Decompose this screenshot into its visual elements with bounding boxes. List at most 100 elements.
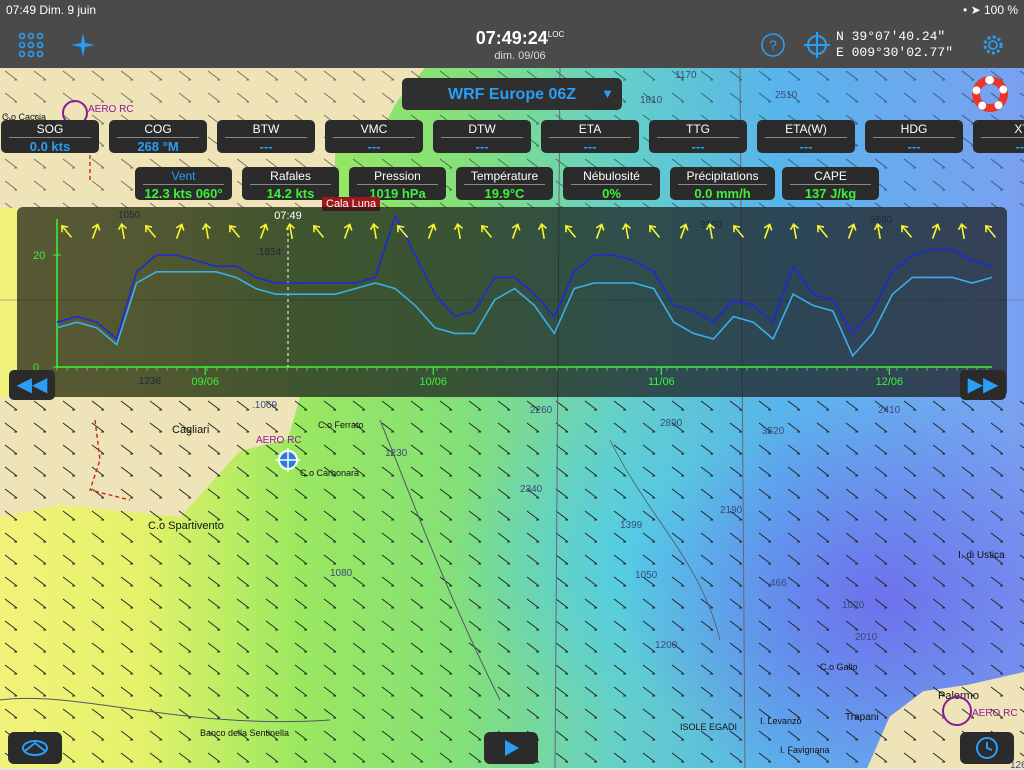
instrument-name: TTG	[686, 122, 710, 136]
wind-direction-icon	[901, 224, 913, 238]
wind-direction-icon	[511, 223, 521, 239]
wind-direction-icon	[679, 223, 689, 239]
time-settings-button[interactable]	[960, 732, 1014, 764]
coordinate-north: N 39°07'40.24"	[836, 29, 946, 44]
wind-direction-icon	[565, 224, 577, 238]
dropdown-triangle-icon: ▼	[601, 86, 614, 101]
status-bar-left: 07:49 Dim. 9 juin	[6, 3, 97, 17]
instrument-tile[interactable]: XT ---	[973, 120, 1024, 154]
wind-direction-icon	[595, 223, 605, 239]
x-tick-label: 11/06	[648, 376, 675, 388]
depth-label: 1399	[620, 520, 643, 531]
instrument-divider	[657, 137, 739, 138]
fast-forward-button[interactable]: ▶▶	[960, 370, 1006, 400]
instrument-name: VMC	[360, 122, 388, 136]
play-animation-button[interactable]	[484, 732, 538, 764]
instrument-name: DTW	[468, 122, 496, 136]
rewind-button[interactable]: ◀◀	[9, 370, 55, 400]
instrument-tile[interactable]: Température 19.9°C	[456, 167, 553, 201]
depth-label: 2260	[530, 405, 553, 416]
lifebuoy-icon[interactable]	[972, 76, 1008, 112]
instrument-value: ---	[475, 139, 489, 154]
instrument-value: 12.3 kts 060°	[144, 186, 223, 201]
gear-icon[interactable]	[980, 32, 1006, 62]
route-tools-button[interactable]	[8, 732, 62, 764]
wind-arrow-shape	[957, 222, 967, 240]
instrument-tile[interactable]: Vent 12.3 kts 060°	[135, 167, 232, 201]
wind-direction-icon	[817, 224, 829, 238]
depth-label: 3520	[762, 426, 785, 437]
instrument-tile[interactable]: VMC ---	[325, 120, 423, 154]
place-cagliari: Cagliari	[172, 424, 210, 436]
instrument-tile[interactable]: COG 268 °M	[109, 120, 207, 154]
weather-model-selector[interactable]: WRF Europe 06Z ▼	[402, 78, 622, 110]
svg-text:?: ?	[769, 37, 777, 53]
instrument-tile[interactable]: Précipitations 0.0 mm/h	[670, 167, 775, 201]
wind-arrow-shape	[985, 224, 997, 238]
instrument-tile[interactable]: DTW ---	[433, 120, 531, 154]
crosshair-icon[interactable]	[804, 32, 830, 62]
instrument-name: XT	[1014, 122, 1024, 136]
instrument-name: ETA(W)	[785, 122, 827, 136]
instrument-tile[interactable]: ETA ---	[541, 120, 639, 154]
instrument-name: Nébulosité	[583, 169, 640, 183]
wind-arrow-shape	[61, 224, 73, 238]
instrument-tile[interactable]: TTG ---	[649, 120, 747, 154]
wind-direction-icon	[91, 223, 101, 239]
instrument-name: HDG	[900, 122, 928, 136]
instrument-tile[interactable]: ETA(W) ---	[757, 120, 855, 154]
aero-label: AERO RC	[88, 104, 134, 115]
status-bar: 07:49 Dim. 9 juin • ➤ 100 %	[0, 0, 1024, 20]
instrument-value: ---	[1015, 139, 1024, 154]
depth-label: 1810	[640, 95, 663, 106]
wind-arrow-shape	[511, 223, 521, 239]
grid-menu-icon[interactable]	[18, 32, 44, 62]
wind-arrow-shape	[931, 223, 941, 239]
place-ferrato: C.o Ferrato	[318, 420, 364, 430]
wind-arrow-shape	[565, 224, 577, 238]
instrument-divider	[571, 184, 652, 185]
instrument-divider	[981, 137, 1024, 138]
depth-label: 2410	[878, 405, 901, 416]
depth-label: 2510	[775, 90, 798, 101]
instrument-name: Précipitations	[686, 169, 759, 183]
wind-arrow-shape	[285, 222, 295, 240]
help-icon[interactable]: ?	[760, 32, 786, 62]
wind-arrow-shape	[537, 222, 547, 240]
wind-direction-icon	[649, 224, 661, 238]
x-tick-label: 09/06	[191, 376, 219, 388]
instrument-tile[interactable]: HDG ---	[865, 120, 963, 154]
wind-arrow-shape	[873, 222, 883, 240]
wind-arrow-shape	[847, 223, 857, 239]
instrument-tile[interactable]: Pression 1019 hPa	[349, 167, 446, 201]
wind-direction-icon	[453, 222, 463, 240]
wind-direction-icon	[789, 222, 799, 240]
instrument-tile[interactable]: Rafales 14.2 kts	[242, 167, 339, 201]
instrument-tile[interactable]: BTW ---	[217, 120, 315, 154]
wind-arrow-shape	[901, 224, 913, 238]
wind-arrow-shape	[649, 224, 661, 238]
instrument-divider	[143, 184, 224, 185]
place-ustica: I. di Ustica	[958, 550, 1005, 561]
instrument-divider	[225, 137, 307, 138]
wind-direction-icon	[931, 223, 941, 239]
wind-arrow-shape	[789, 222, 799, 240]
instrument-value: 0%	[602, 186, 621, 201]
clock-date: dim. 09/06	[494, 50, 546, 62]
depth-label: 1020	[842, 600, 865, 611]
instrument-name: BTW	[252, 122, 280, 136]
wind-direction-icon	[985, 224, 997, 238]
compass-star-icon[interactable]	[70, 32, 96, 62]
wind-arrow-shape	[91, 223, 101, 239]
instrument-tile[interactable]: SOG 0.0 kts	[1, 120, 99, 154]
clock: 07:49:24LOC dim. 09/06	[470, 28, 570, 62]
clock-suffix: LOC	[547, 30, 565, 39]
instrument-value: 0.0 mm/h	[694, 186, 751, 201]
wind-direction-icon	[481, 224, 493, 238]
wind-direction-icon	[397, 224, 409, 238]
instrument-tile[interactable]: CAPE 137 J/kg	[782, 167, 879, 201]
instrument-divider	[357, 184, 438, 185]
instrument-value: 268 °M	[137, 139, 179, 154]
instrument-tile[interactable]: Nébulosité 0%	[563, 167, 660, 201]
weather-forecast-graph[interactable]: 0 20 09/06 10/06 11/06 12/06 07:49 ◀◀ ▶▶	[9, 207, 1007, 400]
